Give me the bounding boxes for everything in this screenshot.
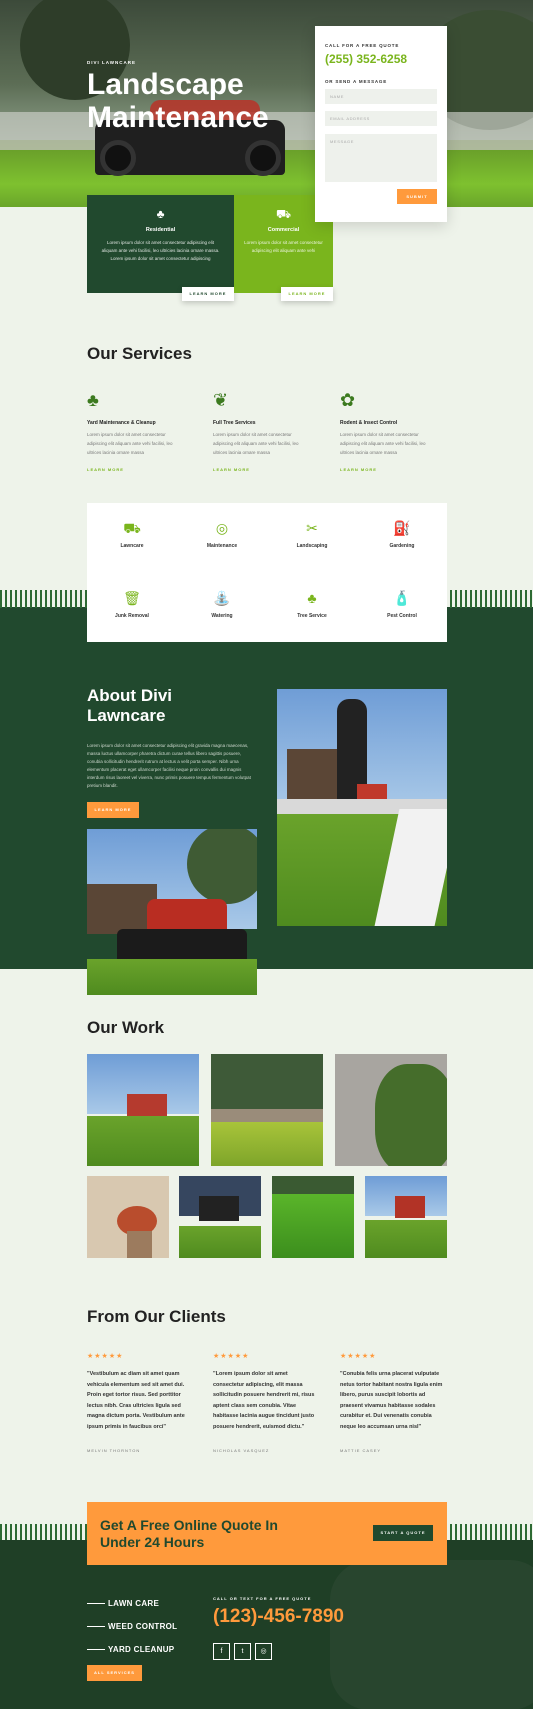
grid-item-pest-control[interactable]: 🧴 Pest Control	[357, 589, 447, 619]
start-quote-button[interactable]: START A QUOTE	[373, 1525, 433, 1541]
all-services-button[interactable]: ALL SERVICES	[87, 1665, 142, 1681]
residential-learn-more-button[interactable]: LEARN MORE	[182, 287, 234, 301]
grid-item-junk-removal[interactable]: 🗑 Junk Removal	[87, 589, 177, 619]
footer-call-label: CALL OR TEXT FOR A FREE QUOTE	[213, 1596, 312, 1601]
feature-residential: ♣ Residential Lorem ipsum dolor sit amet…	[87, 195, 234, 293]
commercial-learn-more-button[interactable]: LEARN MORE	[281, 287, 333, 301]
service-rodent: ✿ Rodent & Insect Control Lorem ipsum do…	[340, 388, 440, 472]
name-field[interactable]: NAME	[325, 89, 437, 104]
spray-icon: 🧴	[393, 590, 411, 606]
about-text: Lorem ipsum dolor sit amet consectetur a…	[87, 743, 251, 788]
watering-can-icon: ⛽	[393, 520, 411, 536]
grid-item-tree-service[interactable]: ♣ Tree Service	[267, 589, 357, 619]
sprout-icon: ❦	[213, 390, 229, 410]
email-field[interactable]: EMAIL ADDRESS	[325, 111, 437, 126]
grid-item-watering[interactable]: ⛲ Watering	[177, 589, 267, 619]
quote-phone[interactable]: (255) 352-6258	[325, 52, 407, 66]
work-tile[interactable]	[365, 1176, 447, 1258]
call-label: CALL FOR A FREE QUOTE	[325, 43, 400, 48]
shears-icon: ✂	[306, 520, 318, 536]
work-tile[interactable]	[87, 1176, 169, 1258]
work-tile[interactable]	[179, 1176, 261, 1258]
testimonial: ★★★★★ "Vestibulum ac diam sit amet quam …	[87, 1352, 192, 1453]
social-links: f t ◎	[213, 1643, 272, 1660]
grid-item-maintenance[interactable]: ◎ Maintenance	[177, 519, 267, 549]
service-yard: ♣ Yard Maintenance & Cleanup Lorem ipsum…	[87, 388, 187, 472]
message-label: OR SEND A MESSAGE	[325, 79, 388, 84]
service-tree: ❦ Full Tree Services Lorem ipsum dolor s…	[213, 388, 313, 472]
mower-icon: ⛟	[123, 520, 141, 536]
worker-photo	[277, 689, 447, 926]
work-tile[interactable]	[87, 1054, 199, 1166]
sprinkler-icon: ⛲	[213, 590, 231, 606]
service-grid: ⛟ Lawncare ◎ Maintenance ✂ Landscaping ⛽…	[87, 503, 447, 642]
work-tile[interactable]	[211, 1054, 323, 1166]
footer-link-yard-cleanup[interactable]: YARD CLEANUP	[108, 1645, 174, 1654]
services-heading: Our Services	[87, 344, 192, 363]
footer-link-lawn-care[interactable]: LAWN CARE	[108, 1599, 159, 1608]
grid-item-gardening[interactable]: ⛽ Gardening	[357, 519, 447, 549]
footer-nav: LAWN CARE WEED CONTROL YARD CLEANUP	[87, 1592, 177, 1661]
hero-eyebrow: DIVI LAWNCARE	[87, 60, 136, 65]
work-tile[interactable]	[335, 1054, 447, 1166]
submit-button[interactable]: SUBMIT	[397, 189, 437, 204]
trees-icon: ♣	[156, 207, 165, 221]
footer-phone[interactable]: (123)-456-7890	[213, 1606, 344, 1628]
service-learn-more-link[interactable]: LEARN MORE	[213, 467, 313, 472]
trees-icon: ♣	[307, 590, 317, 606]
grid-item-landscaping[interactable]: ✂ Landscaping	[267, 519, 357, 549]
clients-heading: From Our Clients	[87, 1307, 226, 1326]
about-learn-more-button[interactable]: LEARN MORE	[87, 802, 139, 818]
work-tile[interactable]	[272, 1176, 354, 1258]
rating-stars: ★★★★★	[87, 1353, 124, 1360]
mower-photo	[87, 829, 257, 995]
hose-icon: ◎	[215, 520, 229, 536]
quote-cta-banner: Get A Free Online Quote In Under 24 Hour…	[87, 1502, 447, 1565]
rating-stars: ★★★★★	[340, 1353, 377, 1360]
trash-icon: 🗑	[123, 590, 141, 606]
hero-title: Landscape Maintenance	[87, 68, 269, 134]
facebook-icon[interactable]: f	[213, 1643, 230, 1660]
flower-icon: ✿	[340, 390, 356, 410]
rating-stars: ★★★★★	[213, 1353, 250, 1360]
instagram-icon[interactable]: ◎	[255, 1643, 272, 1660]
cta-title: Get A Free Online Quote In Under 24 Hour…	[100, 1517, 278, 1550]
service-learn-more-link[interactable]: LEARN MORE	[340, 467, 440, 472]
trees-icon: ♣	[87, 390, 99, 410]
grid-item-lawncare[interactable]: ⛟ Lawncare	[87, 519, 177, 549]
service-learn-more-link[interactable]: LEARN MORE	[87, 467, 187, 472]
about-section-background	[0, 607, 533, 969]
testimonial: ★★★★★ "Conubia felis urna placerat vulpu…	[340, 1352, 445, 1453]
work-heading: Our Work	[87, 1018, 165, 1037]
testimonial: ★★★★★ "Lorem ipsum dolor sit amet consec…	[213, 1352, 318, 1453]
message-field[interactable]: MESSAGE	[325, 134, 437, 182]
quote-form-card: CALL FOR A FREE QUOTE (255) 352-6258 OR …	[315, 26, 447, 222]
footer-link-weed-control[interactable]: WEED CONTROL	[108, 1622, 177, 1631]
about-title: About Divi Lawncare	[87, 686, 172, 725]
twitter-icon[interactable]: t	[234, 1643, 251, 1660]
